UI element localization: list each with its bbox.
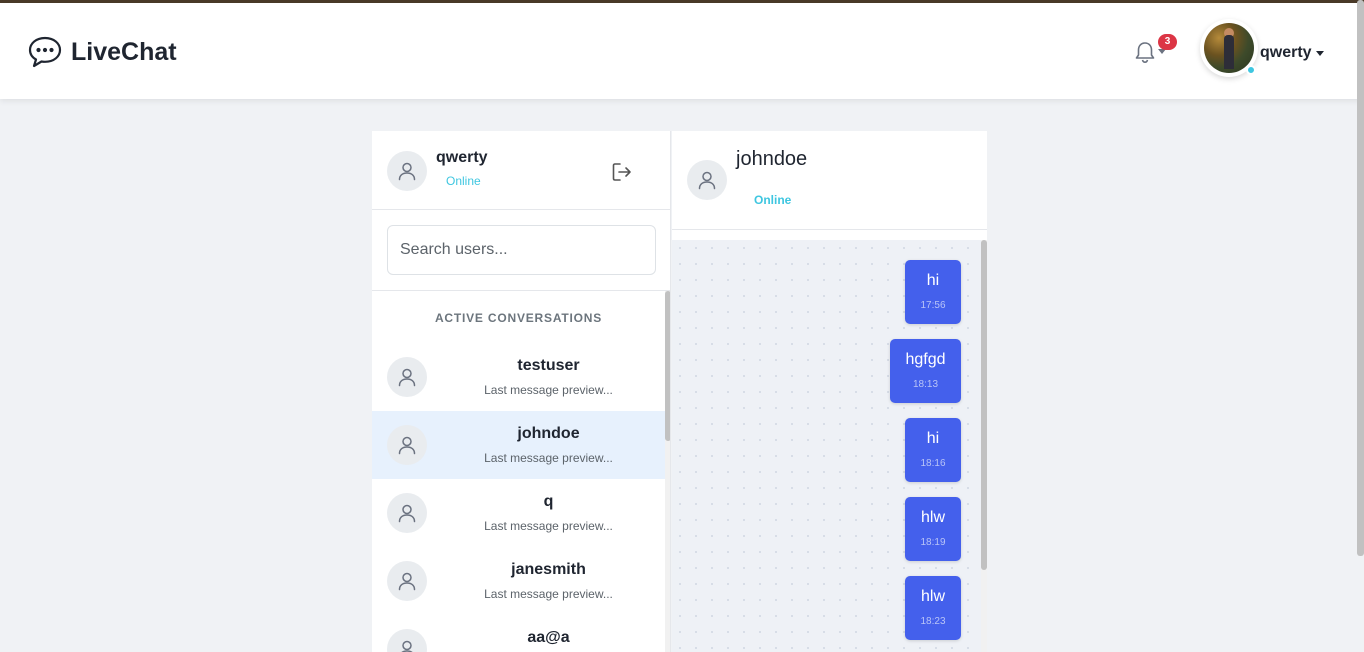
avatar [387, 425, 427, 465]
message-time: 18:16 [920, 458, 946, 469]
user-icon [398, 572, 416, 591]
conversation-preview: Last message preview... [484, 451, 613, 465]
user-icon [398, 504, 416, 523]
message-time: 17:56 [920, 300, 946, 311]
navbar: LiveChat 3 qwerty [0, 3, 1364, 99]
message-text: hi [926, 430, 940, 447]
message-bubble: hlw 18:23 [905, 576, 961, 640]
search-area [372, 210, 670, 291]
online-status-dot [1246, 65, 1256, 75]
user-icon [398, 368, 416, 387]
chat-scrollbar[interactable] [981, 240, 987, 652]
chevron-down-icon[interactable] [1316, 51, 1324, 56]
chat-panel: johndoe Online hi 17:56 hgfgd 18:13 hi 1… [672, 131, 987, 652]
message-time: 18:13 [912, 379, 939, 390]
list-item[interactable]: q Last message preview... [372, 479, 665, 547]
page-scrollbar[interactable] [1357, 0, 1364, 556]
chat-contact-status: Online [754, 193, 792, 207]
list-item[interactable]: aa@a [372, 615, 665, 652]
sidebar-header: qwerty Online [372, 131, 670, 210]
list-item[interactable]: testuser Last message preview... [372, 343, 665, 411]
list-item[interactable]: janesmith Last message preview... [372, 547, 665, 615]
message-text: hlw [920, 588, 945, 605]
message-bubble: hgfgd 18:13 [890, 339, 961, 403]
conversation-sidebar: qwerty Online ACTIVE CONVERSATIONS testu… [372, 131, 671, 652]
user-icon [398, 436, 416, 455]
scrollbar-thumb[interactable] [981, 240, 987, 570]
brand-name: LiveChat [71, 37, 177, 66]
current-user-name: qwerty [436, 149, 488, 166]
conversation-name: aa@a [527, 629, 570, 646]
message-text: hi [926, 272, 940, 289]
notification-badge: 3 [1158, 34, 1177, 50]
bell-icon[interactable] [1134, 40, 1156, 64]
user-icon [398, 162, 416, 181]
message-bubble: hlw 18:19 [905, 497, 961, 561]
message-text: hgfgd [905, 351, 946, 368]
conversation-list: ACTIVE CONVERSATIONS testuser Last messa… [372, 291, 665, 652]
conversation-name: janesmith [511, 561, 586, 578]
search-input[interactable] [387, 225, 656, 275]
brand[interactable]: LiveChat [28, 35, 177, 69]
chat-contact-name: johndoe [736, 148, 808, 170]
message-time: 18:23 [920, 616, 946, 627]
conversation-preview: Last message preview... [484, 587, 613, 601]
conversation-name: testuser [517, 357, 580, 374]
logout-icon[interactable] [610, 160, 634, 184]
message-bubble: hi 17:56 [905, 260, 961, 324]
avatar [687, 160, 727, 200]
user-icon [698, 171, 716, 190]
message-area: hi 17:56 hgfgd 18:13 hi 18:16 hlw 18:19 … [672, 240, 987, 652]
message-text: hlw [920, 509, 945, 526]
current-user-status: Online [446, 174, 481, 188]
message-time: 18:19 [920, 537, 946, 548]
conversation-preview: Last message preview... [484, 519, 613, 533]
list-item[interactable]: johndoe Last message preview... [372, 411, 665, 479]
conversation-name: johndoe [517, 425, 580, 442]
avatar [387, 357, 427, 397]
conversation-preview: Last message preview... [484, 383, 613, 397]
section-title: ACTIVE CONVERSATIONS [434, 311, 603, 325]
avatar [387, 629, 427, 652]
chat-header: johndoe Online [672, 131, 987, 230]
user-menu-name[interactable]: qwerty [1260, 44, 1312, 62]
avatar [387, 151, 427, 191]
scrollbar-thumb[interactable] [665, 291, 670, 441]
speech-bubble-icon [28, 36, 62, 68]
user-icon [401, 640, 413, 652]
avatar [387, 561, 427, 601]
message-bubble: hi 18:16 [905, 418, 961, 482]
avatar [387, 493, 427, 533]
conversation-name: q [543, 493, 554, 510]
sidebar-scrollbar[interactable] [665, 291, 670, 652]
